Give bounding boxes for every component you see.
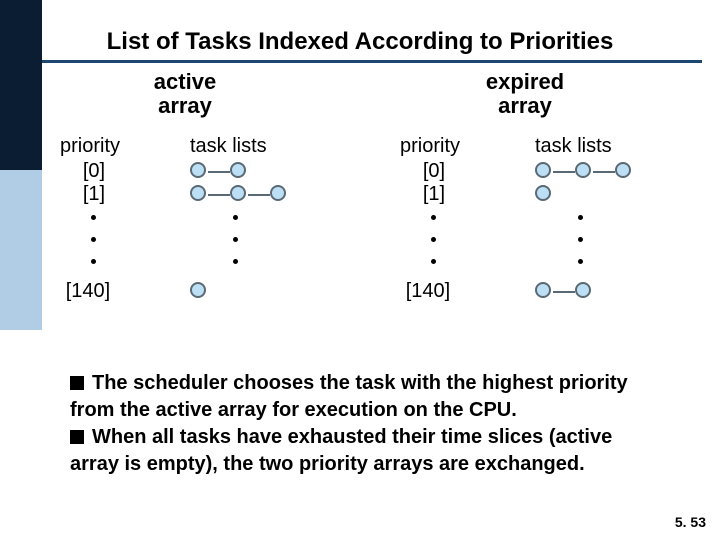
bullet-square-icon — [70, 376, 84, 390]
task-node — [535, 185, 551, 201]
task-node — [270, 185, 286, 201]
ellipsis-dot — [91, 259, 96, 264]
active-heading-l2: array — [135, 94, 235, 118]
expired-row-1: [1] — [408, 183, 460, 206]
title-divider — [42, 60, 702, 63]
ellipsis-dot — [431, 237, 436, 242]
sidebar-dark-block — [0, 0, 42, 170]
bullet-1-text: The scheduler chooses the task with the … — [70, 372, 628, 421]
ellipsis-dot — [431, 215, 436, 220]
task-node — [535, 282, 551, 298]
expired-priority-label: priority — [400, 135, 460, 158]
active-task-lists-label: task lists — [190, 135, 267, 158]
ellipsis-dot — [578, 237, 583, 242]
expired-task-lists-label: task lists — [535, 135, 612, 158]
task-node — [190, 282, 206, 298]
expired-row-140: [140] — [402, 280, 454, 303]
task-node — [575, 162, 591, 178]
expired-heading-l2: array — [465, 94, 585, 118]
ellipsis-dot — [91, 237, 96, 242]
task-node — [190, 162, 206, 178]
active-array-heading: active array — [135, 70, 235, 118]
active-heading-l1: active — [135, 70, 235, 94]
active-row-1: [1] — [68, 183, 120, 206]
bullet-2-text: When all tasks have exhausted their time… — [70, 426, 612, 475]
active-row-140: [140] — [62, 280, 114, 303]
task-node — [535, 162, 551, 178]
task-link — [208, 194, 230, 196]
slide-title: List of Tasks Indexed According to Prior… — [0, 28, 720, 56]
active-priority-label: priority — [60, 135, 120, 158]
ellipsis-dot — [91, 215, 96, 220]
sidebar-light-block — [0, 170, 42, 330]
task-link — [593, 171, 615, 173]
ellipsis-dot — [578, 215, 583, 220]
active-row-0: [0] — [68, 160, 120, 183]
task-link — [553, 171, 575, 173]
expired-array-heading: expired array — [465, 70, 585, 118]
page-number: 5. 53 — [675, 514, 706, 530]
task-link — [553, 291, 575, 293]
task-link — [208, 171, 230, 173]
priority-arrays-diagram: active array priority task lists [0] [1]… — [50, 70, 710, 340]
ellipsis-dot — [233, 259, 238, 264]
expired-row-0: [0] — [408, 160, 460, 183]
task-node — [190, 185, 206, 201]
slide-bullets: The scheduler chooses the task with the … — [70, 370, 660, 478]
task-link — [248, 194, 270, 196]
bullet-square-icon — [70, 430, 84, 444]
task-node — [230, 162, 246, 178]
ellipsis-dot — [578, 259, 583, 264]
task-node — [230, 185, 246, 201]
task-node — [615, 162, 631, 178]
ellipsis-dot — [233, 237, 238, 242]
task-node — [575, 282, 591, 298]
ellipsis-dot — [233, 215, 238, 220]
ellipsis-dot — [431, 259, 436, 264]
expired-heading-l1: expired — [465, 70, 585, 94]
